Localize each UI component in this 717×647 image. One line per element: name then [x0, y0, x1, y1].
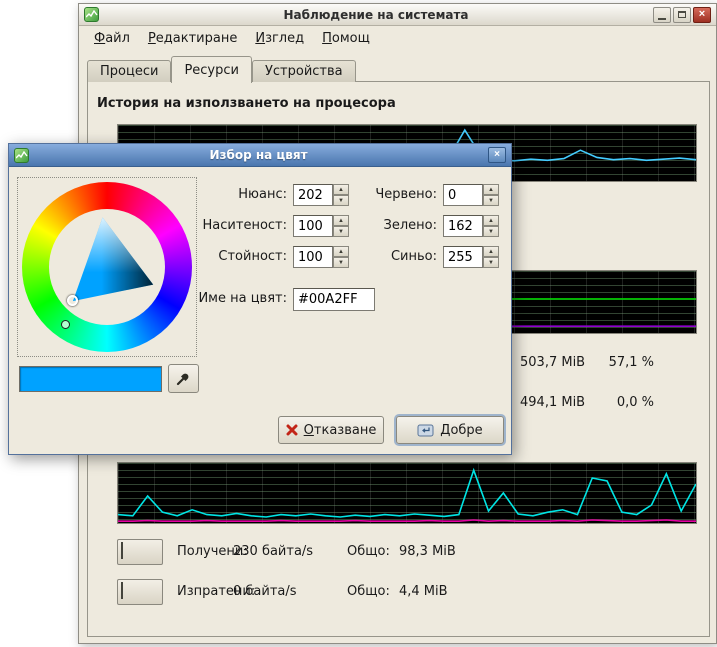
menu-view[interactable]: Изглед	[246, 28, 313, 49]
color-picker-dialog: Избор на цвят × Нюанс: ▲▼ Наситеност: ▲▼…	[8, 143, 512, 455]
color-name-label: Име на цвят:	[159, 288, 287, 306]
color-preview-swatch	[19, 366, 162, 392]
received-legend-row: Получени: 230 байта/s Общо: 98,3 MiB	[88, 539, 709, 565]
sent-total: 4,4 MiB	[399, 584, 448, 599]
hue-ring-selector[interactable]	[61, 320, 70, 329]
dialog-button-row: Отказване Добре	[9, 416, 501, 444]
saturation-value-selector[interactable]	[67, 295, 78, 306]
sent-color-swatch	[121, 582, 123, 599]
cancel-button[interactable]: Отказване	[278, 416, 384, 444]
saturation-label: Наситеност:	[159, 215, 287, 233]
ok-label: Добре	[440, 423, 482, 438]
sent-total-label: Общо:	[347, 584, 390, 599]
hue-input[interactable]	[293, 184, 333, 206]
tab-processes[interactable]: Процеси	[87, 60, 171, 82]
main-titlebar[interactable]: Наблюдение на системата ×	[79, 4, 716, 26]
cancel-x-icon	[286, 424, 298, 436]
ok-button[interactable]: Добре	[396, 416, 504, 444]
network-history-chart	[117, 462, 697, 524]
sent-rate: 0 байта/s	[233, 584, 297, 599]
blue-stepper: ▲▼	[483, 246, 499, 268]
tab-resources[interactable]: Ресурси	[171, 56, 252, 83]
spin-up-button[interactable]: ▲	[483, 184, 499, 195]
menu-help[interactable]: Помощ	[313, 28, 379, 49]
received-total: 98,3 MiB	[399, 544, 456, 559]
maximize-icon	[678, 11, 686, 18]
red-input[interactable]	[443, 184, 483, 206]
spin-down-button[interactable]: ▼	[483, 226, 499, 237]
red-label: Червено:	[339, 184, 437, 202]
enter-key-icon	[417, 424, 434, 437]
virtual-memory-percent: 0,0 %	[588, 395, 654, 410]
tab-bar: Процеси Ресурси Устройства	[87, 56, 356, 82]
close-icon: ×	[699, 9, 705, 20]
spin-up-button[interactable]: ▲	[483, 246, 499, 257]
hue-label: Нюанс:	[159, 184, 287, 202]
green-label: Зелено:	[339, 215, 437, 233]
value-input[interactable]	[293, 246, 333, 268]
dialog-close-icon: ×	[494, 150, 500, 160]
received-color-swatch	[121, 542, 123, 559]
value-label: Стойност:	[159, 246, 287, 264]
menubar: Файл Редактиране Изглед Помощ	[79, 26, 716, 51]
tab-devices[interactable]: Устройства	[252, 60, 356, 82]
memory-percent: 57,1 %	[588, 355, 654, 370]
dialog-close-button[interactable]: ×	[488, 147, 506, 163]
maximize-button[interactable]	[673, 7, 691, 23]
blue-input[interactable]	[443, 246, 483, 268]
eyedropper-button[interactable]	[168, 364, 199, 393]
sent-legend-row: Изпратени: 0 байта/s Общо: 4,4 MiB	[88, 579, 709, 605]
cancel-label: Отказване	[304, 423, 377, 438]
dialog-title: Избор на цвят	[33, 148, 484, 162]
received-color-button[interactable]	[117, 539, 163, 565]
minimize-icon	[658, 18, 666, 20]
red-stepper: ▲▼	[483, 184, 499, 206]
saturation-input[interactable]	[293, 215, 333, 237]
hue-ring[interactable]	[22, 182, 192, 352]
color-name-input[interactable]	[293, 288, 375, 311]
menu-file[interactable]: Файл	[85, 28, 139, 49]
color-wheel[interactable]	[17, 177, 197, 357]
window-title: Наблюдение на системата	[103, 8, 649, 22]
blue-label: Синьо:	[339, 246, 437, 264]
spin-up-button[interactable]: ▲	[483, 215, 499, 226]
menu-edit[interactable]: Редактиране	[139, 28, 246, 49]
spin-down-button[interactable]: ▼	[483, 257, 499, 268]
green-stepper: ▲▼	[483, 215, 499, 237]
sent-color-button[interactable]	[117, 579, 163, 605]
system-monitor-icon	[84, 7, 99, 22]
minimize-button[interactable]	[653, 7, 671, 23]
dialog-titlebar[interactable]: Избор на цвят ×	[9, 144, 511, 167]
received-total-label: Общо:	[347, 544, 390, 559]
cpu-history-heading: История на използването на процесора	[97, 96, 396, 111]
eyedropper-icon	[176, 371, 191, 386]
dialog-icon	[14, 148, 29, 163]
spin-down-button[interactable]: ▼	[483, 195, 499, 206]
received-rate: 230 байта/s	[233, 544, 313, 559]
green-input[interactable]	[443, 215, 483, 237]
close-button[interactable]: ×	[693, 7, 711, 23]
